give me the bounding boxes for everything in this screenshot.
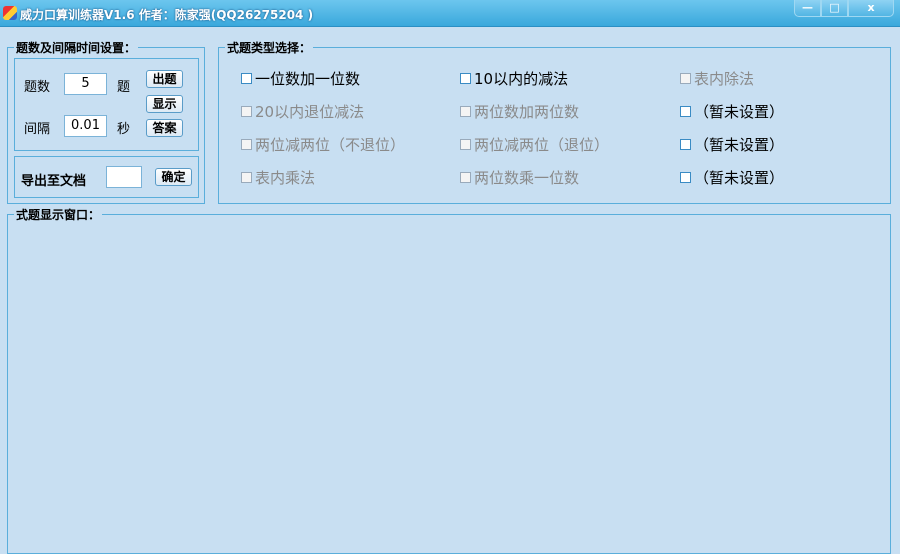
checkbox-box[interactable] — [241, 73, 252, 84]
type-checkbox[interactable]: 两位减两位（退位） — [460, 134, 609, 155]
type-checkbox[interactable]: 10以内的减法 — [460, 68, 568, 89]
interval-unit: 秒 — [117, 122, 131, 137]
checkbox-label: 两位减两位（退位） — [474, 136, 610, 154]
maximize-button[interactable]: □ — [821, 0, 848, 17]
types-group: 式题类型选择： 一位数加一位数 10以内的减法 表内除法 20以内退位减法 两位数加两位… — [218, 39, 891, 204]
checkbox-box[interactable] — [460, 139, 471, 150]
type-checkbox[interactable]: 一位数加一位数 — [241, 68, 360, 89]
minimize-button[interactable]: — — [794, 0, 821, 17]
confirm-button[interactable]: 确定 — [155, 168, 192, 186]
checkbox-box[interactable] — [680, 73, 691, 84]
type-checkbox[interactable]: 表内除法 — [680, 68, 754, 89]
checkbox-box[interactable] — [241, 172, 252, 183]
app-icon — [3, 6, 17, 20]
checkbox-label: 表内乘法 — [255, 169, 316, 187]
count-label: 题数 — [24, 80, 51, 95]
type-checkbox[interactable]: 表内乘法 — [241, 167, 315, 188]
checkbox-label: 一位数加一位数 — [255, 70, 361, 88]
export-input[interactable] — [106, 166, 142, 188]
types-group-label: 式题类型选择： — [225, 39, 314, 56]
export-panel: 导出至文档 确定 — [14, 156, 199, 198]
interval-input[interactable]: 0.01 — [64, 115, 107, 137]
type-checkbox[interactable]: 两位减两位（不退位） — [241, 134, 405, 155]
count-input[interactable]: 5 — [64, 73, 107, 95]
checkbox-label: （暂未设置） — [694, 136, 785, 154]
type-checkbox[interactable]: 两位数乘一位数 — [460, 167, 579, 188]
checkbox-label: 两位数加两位数 — [474, 103, 580, 121]
checkbox-box[interactable] — [680, 106, 691, 117]
checkbox-label: 两位数乘一位数 — [474, 169, 580, 187]
checkbox-label: （暂未设置） — [694, 169, 785, 187]
settings-group: 题数及间隔时间设置： 题数 5 题 间隔 0.01 秒 出题 显示 答案 导出至… — [7, 39, 205, 204]
checkbox-box[interactable] — [241, 139, 252, 150]
checkbox-box[interactable] — [460, 73, 471, 84]
type-checkbox[interactable]: 两位数加两位数 — [460, 101, 579, 122]
checkbox-label: 表内除法 — [694, 70, 755, 88]
checkbox-box[interactable] — [460, 172, 471, 183]
title-bar: 威力口算训练器V1.6 作者：陈家强(QQ26275204 ) — □ x — [0, 0, 900, 27]
checkbox-label: 10以内的减法 — [474, 70, 569, 88]
answer-button[interactable]: 答案 — [146, 119, 183, 137]
checkbox-label: 两位减两位（不退位） — [255, 136, 406, 154]
checkbox-box[interactable] — [460, 106, 471, 117]
checkbox-box[interactable] — [680, 172, 691, 183]
type-checkbox[interactable]: （暂未设置） — [680, 134, 784, 155]
display-group-label: 式题显示窗口： — [14, 206, 103, 223]
checkbox-box[interactable] — [241, 106, 252, 117]
count-unit: 题 — [117, 80, 131, 95]
close-button[interactable]: x — [848, 0, 894, 17]
count-interval-panel: 题数 5 题 间隔 0.01 秒 出题 显示 答案 — [14, 58, 199, 151]
checkbox-box[interactable] — [680, 139, 691, 150]
checkbox-label: （暂未设置） — [694, 103, 785, 121]
type-checkbox[interactable]: （暂未设置） — [680, 167, 784, 188]
settings-group-label: 题数及间隔时间设置： — [14, 39, 139, 56]
interval-label: 间隔 — [24, 122, 51, 137]
show-button[interactable]: 显示 — [146, 95, 183, 113]
generate-button[interactable]: 出题 — [146, 70, 183, 88]
checkbox-label: 20以内退位减法 — [255, 103, 365, 121]
type-checkbox[interactable]: 20以内退位减法 — [241, 101, 364, 122]
window-title: 威力口算训练器V1.6 作者：陈家强(QQ26275204 ) — [20, 8, 314, 22]
type-checkbox[interactable]: （暂未设置） — [680, 101, 784, 122]
display-window: 式题显示窗口： — [7, 206, 891, 554]
export-label: 导出至文档 — [21, 174, 87, 189]
